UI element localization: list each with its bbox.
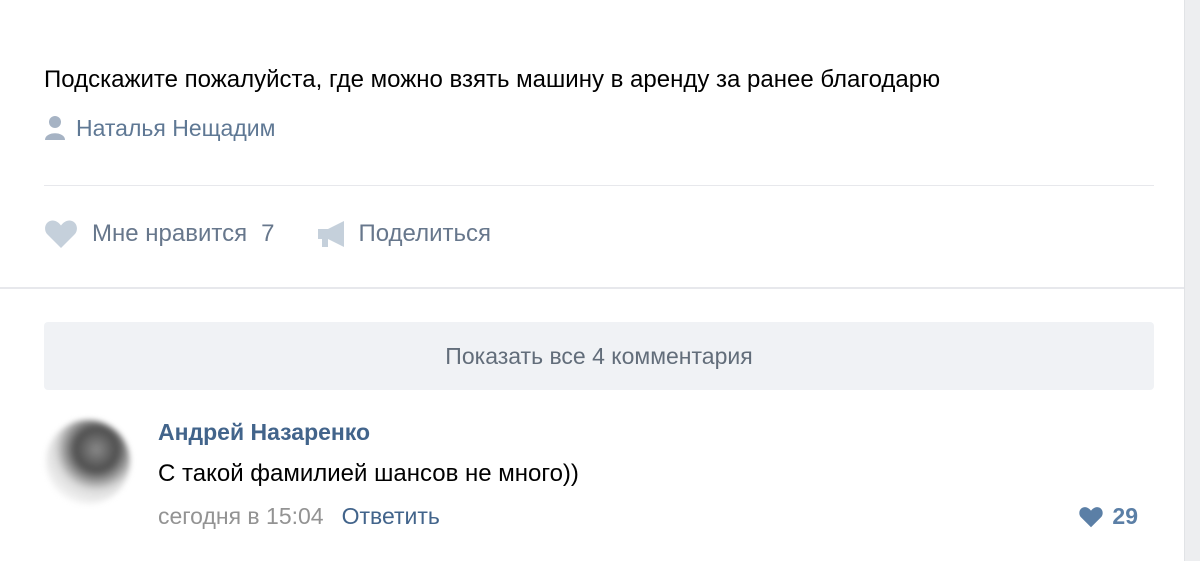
post-card: Подскажите пожалуйста, где можно взять м… (0, 0, 1185, 561)
heart-icon (1079, 506, 1104, 527)
comment-like-count: 29 (1112, 503, 1138, 529)
like-label: Мне нравится (92, 220, 248, 247)
comment-date[interactable]: сегодня в 15:04 (158, 503, 324, 530)
user-icon (45, 116, 65, 140)
megaphone-icon (318, 221, 345, 247)
comment-meta: сегодня в 15:04 Ответить (158, 503, 440, 530)
heart-icon (45, 220, 77, 248)
post-actions: Мне нравится 7 Поделиться (44, 214, 491, 254)
share-button[interactable]: Поделиться (316, 219, 491, 249)
comment-author-avatar[interactable] (46, 420, 130, 504)
comment-text: С такой фамилией шансов не много)) (158, 460, 579, 487)
comment-author-name[interactable]: Андрей Назаренко (158, 419, 370, 446)
show-all-comments-button[interactable]: Показать все 4 комментария (44, 322, 1154, 390)
section-divider (0, 287, 1184, 289)
share-label: Поделиться (358, 220, 491, 247)
divider (44, 185, 1154, 186)
like-count: 7 (261, 220, 275, 247)
comment-like-button[interactable]: 29 (1078, 503, 1138, 530)
post-author[interactable]: Наталья Нещадим (44, 113, 275, 143)
reply-button[interactable]: Ответить (342, 503, 440, 530)
post-author-name[interactable]: Наталья Нещадим (76, 115, 275, 142)
post-text: Подскажите пожалуйста, где можно взять м… (44, 66, 941, 93)
like-button[interactable]: Мне нравится 7 (44, 219, 274, 249)
